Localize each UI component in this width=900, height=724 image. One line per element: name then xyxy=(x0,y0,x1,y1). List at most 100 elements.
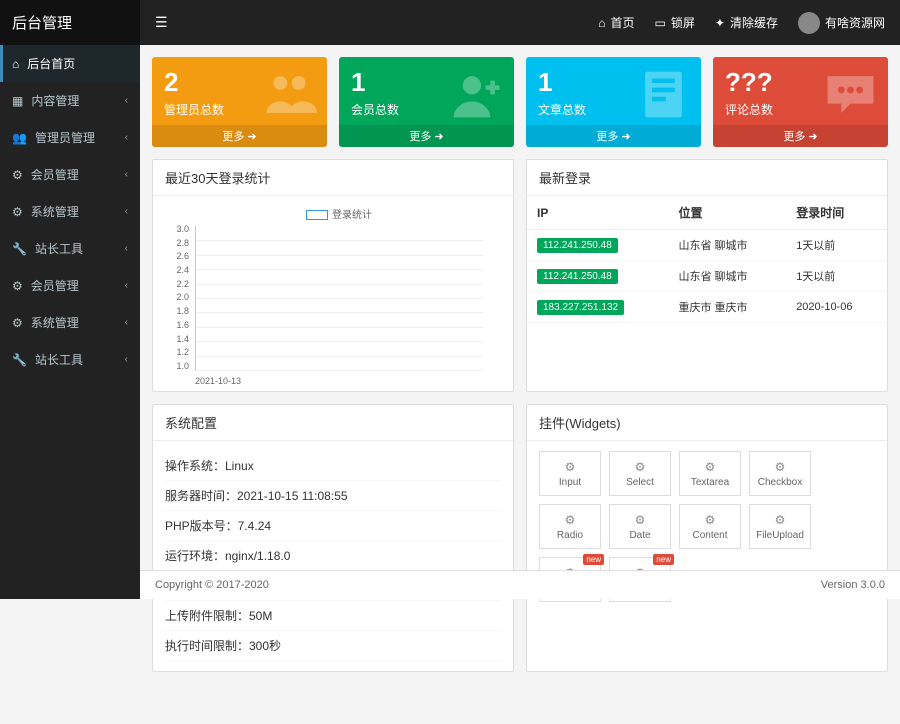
widgets-title: 挂件(Widgets) xyxy=(527,405,887,441)
recent-login-title: 最新登录 xyxy=(527,160,887,196)
sidebar-item-2[interactable]: 👥 管理员管理 ‹ xyxy=(0,119,140,156)
sidebar-item-label: 管理员管理 xyxy=(35,129,95,146)
widget-label: FileUpload xyxy=(756,530,804,541)
widget-select[interactable]: ⚙ Select xyxy=(609,451,671,496)
config-item: PHP版本号：7.4.24 xyxy=(165,511,501,541)
chart-title: 最近30天登录统计 xyxy=(153,160,513,196)
chevron-left-icon: ‹ xyxy=(125,243,128,254)
td-location: 重庆市 重庆市 xyxy=(669,292,787,323)
ip-badge: 112.241.250.48 xyxy=(537,238,618,253)
users-icon: 👥 xyxy=(12,131,27,145)
sidebar-item-label: 系统管理 xyxy=(31,203,79,220)
logo: 后台管理 xyxy=(0,0,140,45)
nav-clear-cache[interactable]: ✦清除缓存 xyxy=(715,14,778,31)
sidebar-item-7[interactable]: ⚙系统管理‹ xyxy=(0,304,140,341)
chevron-left-icon: ‹ xyxy=(125,317,128,328)
stat-box-1: 1会员总数更多 ➜ xyxy=(339,57,514,147)
stat-icon xyxy=(262,67,317,115)
stat-icon xyxy=(449,67,504,115)
footer: Copyright © 2017-2020 Version 3.0.0 xyxy=(140,570,900,599)
arrow-right-icon: ➜ xyxy=(247,131,256,143)
nav-lock[interactable]: ▭锁屏 xyxy=(655,14,695,31)
sidebar-item-1[interactable]: ▦ 内容管理 ‹ xyxy=(0,82,140,119)
td-location: 山东省 聊城市 xyxy=(669,230,787,261)
chevron-left-icon: ‹ xyxy=(125,132,128,143)
grid-icon: ▦ xyxy=(12,94,23,108)
wrench-icon: 🔧 xyxy=(12,242,27,256)
stat-more-link[interactable]: 更多 ➜ xyxy=(526,125,701,147)
new-badge: new xyxy=(583,554,604,565)
user-menu[interactable]: 有啥资源网 xyxy=(798,12,885,34)
user-cog-icon: ⚙ xyxy=(12,168,23,182)
td-time: 2020-10-06 xyxy=(786,292,887,323)
sidebar-item-5[interactable]: 🔧站长工具‹ xyxy=(0,230,140,267)
home-icon: ⌂ xyxy=(598,16,605,30)
td-time: 1天以前 xyxy=(786,230,887,261)
header: 后台管理 ☰ ⌂首页 ▭锁屏 ✦清除缓存 有啥资源网 xyxy=(0,0,900,45)
widget-input[interactable]: ⚙Input xyxy=(539,451,601,496)
sidebar-item-6[interactable]: ⚙会员管理‹ xyxy=(0,267,140,304)
widget-checkbox[interactable]: ⚙Checkbox xyxy=(749,451,811,496)
table-row: 112.241.250.48山东省 聊城市1天以前 xyxy=(527,261,887,292)
chevron-left-icon: ‹ xyxy=(125,95,128,106)
td-time: 1天以前 xyxy=(786,261,887,292)
sidebar-item-8[interactable]: 🔧站长工具‹ xyxy=(0,341,140,378)
main-content: 2管理员总数更多 ➜1会员总数更多 ➜1文章总数更多 ➜???评论总数更多 ➜ … xyxy=(140,45,900,724)
stat-icon xyxy=(636,67,691,115)
sidebar-toggle[interactable]: ☰ xyxy=(140,0,183,45)
table-row: 112.241.250.48 山东省 聊城市1天以前 xyxy=(527,230,887,261)
chevron-left-icon: ‹ xyxy=(125,354,128,365)
sidebar-item-label: 会员管理 xyxy=(31,277,79,294)
gear-icon: ⚙ xyxy=(12,205,23,219)
sidebar-item-3[interactable]: ⚙会员管理‹ xyxy=(0,156,140,193)
new-badge: new xyxy=(653,554,674,565)
widget-radio[interactable]: ⚙Radio xyxy=(539,504,601,549)
user-cog-icon: ⚙ xyxy=(12,279,23,293)
gear-icon: ⚙ xyxy=(635,460,646,474)
th-time: 登录时间 xyxy=(786,196,887,230)
stat-box-2: 1文章总数更多 ➜ xyxy=(526,57,701,147)
sidebar-item-label: 内容管理 xyxy=(31,92,79,109)
sidebar-item-label: 会员管理 xyxy=(31,166,79,183)
widget-label: Textarea xyxy=(691,477,729,488)
stat-more-link[interactable]: 更多 ➜ xyxy=(339,125,514,147)
sidebar-item-0[interactable]: ⌂ 后台首页 xyxy=(0,45,140,82)
stat-more-link[interactable]: 更多 ➜ xyxy=(713,125,888,147)
widget-label: Checkbox xyxy=(758,477,802,488)
chart-area xyxy=(195,226,483,371)
sidebar-item-4[interactable]: ⚙系统管理‹ xyxy=(0,193,140,230)
home-icon: ⌂ xyxy=(12,57,19,71)
arrow-right-icon: ➜ xyxy=(808,131,817,143)
chart-x-label: 2021-10-13 xyxy=(195,376,241,386)
gear-icon: ⚙ xyxy=(705,460,716,474)
gear-icon: ⚙ xyxy=(565,513,576,527)
widget-content[interactable]: ⚙Content xyxy=(679,504,741,549)
wrench-icon: 🔧 xyxy=(12,353,27,367)
arrow-right-icon: ➜ xyxy=(434,131,443,143)
arrow-right-icon: ➜ xyxy=(621,131,630,143)
sidebar-item-label: 后台首页 xyxy=(27,55,75,72)
widgets-panel: 挂件(Widgets) ⚙Input⚙Select⚙Textarea⚙Check… xyxy=(526,404,888,672)
th-ip: IP xyxy=(527,196,669,230)
nav-home[interactable]: ⌂首页 xyxy=(598,14,634,31)
config-item: 服务器时间：2021-10-15 11:08:55 xyxy=(165,481,501,511)
stat-more-link[interactable]: 更多 ➜ xyxy=(152,125,327,147)
stat-box-3: ???评论总数更多 ➜ xyxy=(713,57,888,147)
table-row: 183.227.251.132 重庆市 重庆市2020-10-06 xyxy=(527,292,887,323)
version: Version 3.0.0 xyxy=(821,579,885,591)
widget-date[interactable]: ⚙Date xyxy=(609,504,671,549)
stat-icon xyxy=(823,67,878,115)
th-location: 位置 xyxy=(669,196,787,230)
gear-icon: ⚙ xyxy=(775,513,786,527)
widget-label: Content xyxy=(692,530,727,541)
chart-y-axis: 3.02.82.62.42.22.01.81.61.41.21.0 xyxy=(161,224,189,371)
sidebar-item-label: 系统管理 xyxy=(31,314,79,331)
widget-label: Date xyxy=(629,530,650,541)
ip-badge: 183.227.251.132 xyxy=(537,300,624,315)
widget-fileupload[interactable]: ⚙ FileUpload xyxy=(749,504,811,549)
recent-login-panel: 最新登录 IP 位置 登录时间 112.241.250.48 山东省 聊城市1天以… xyxy=(526,159,888,392)
widget-textarea[interactable]: ⚙ Textarea xyxy=(679,451,741,496)
widget-label: Select xyxy=(626,477,654,488)
monitor-icon: ▭ xyxy=(655,16,666,30)
avatar xyxy=(798,12,820,34)
